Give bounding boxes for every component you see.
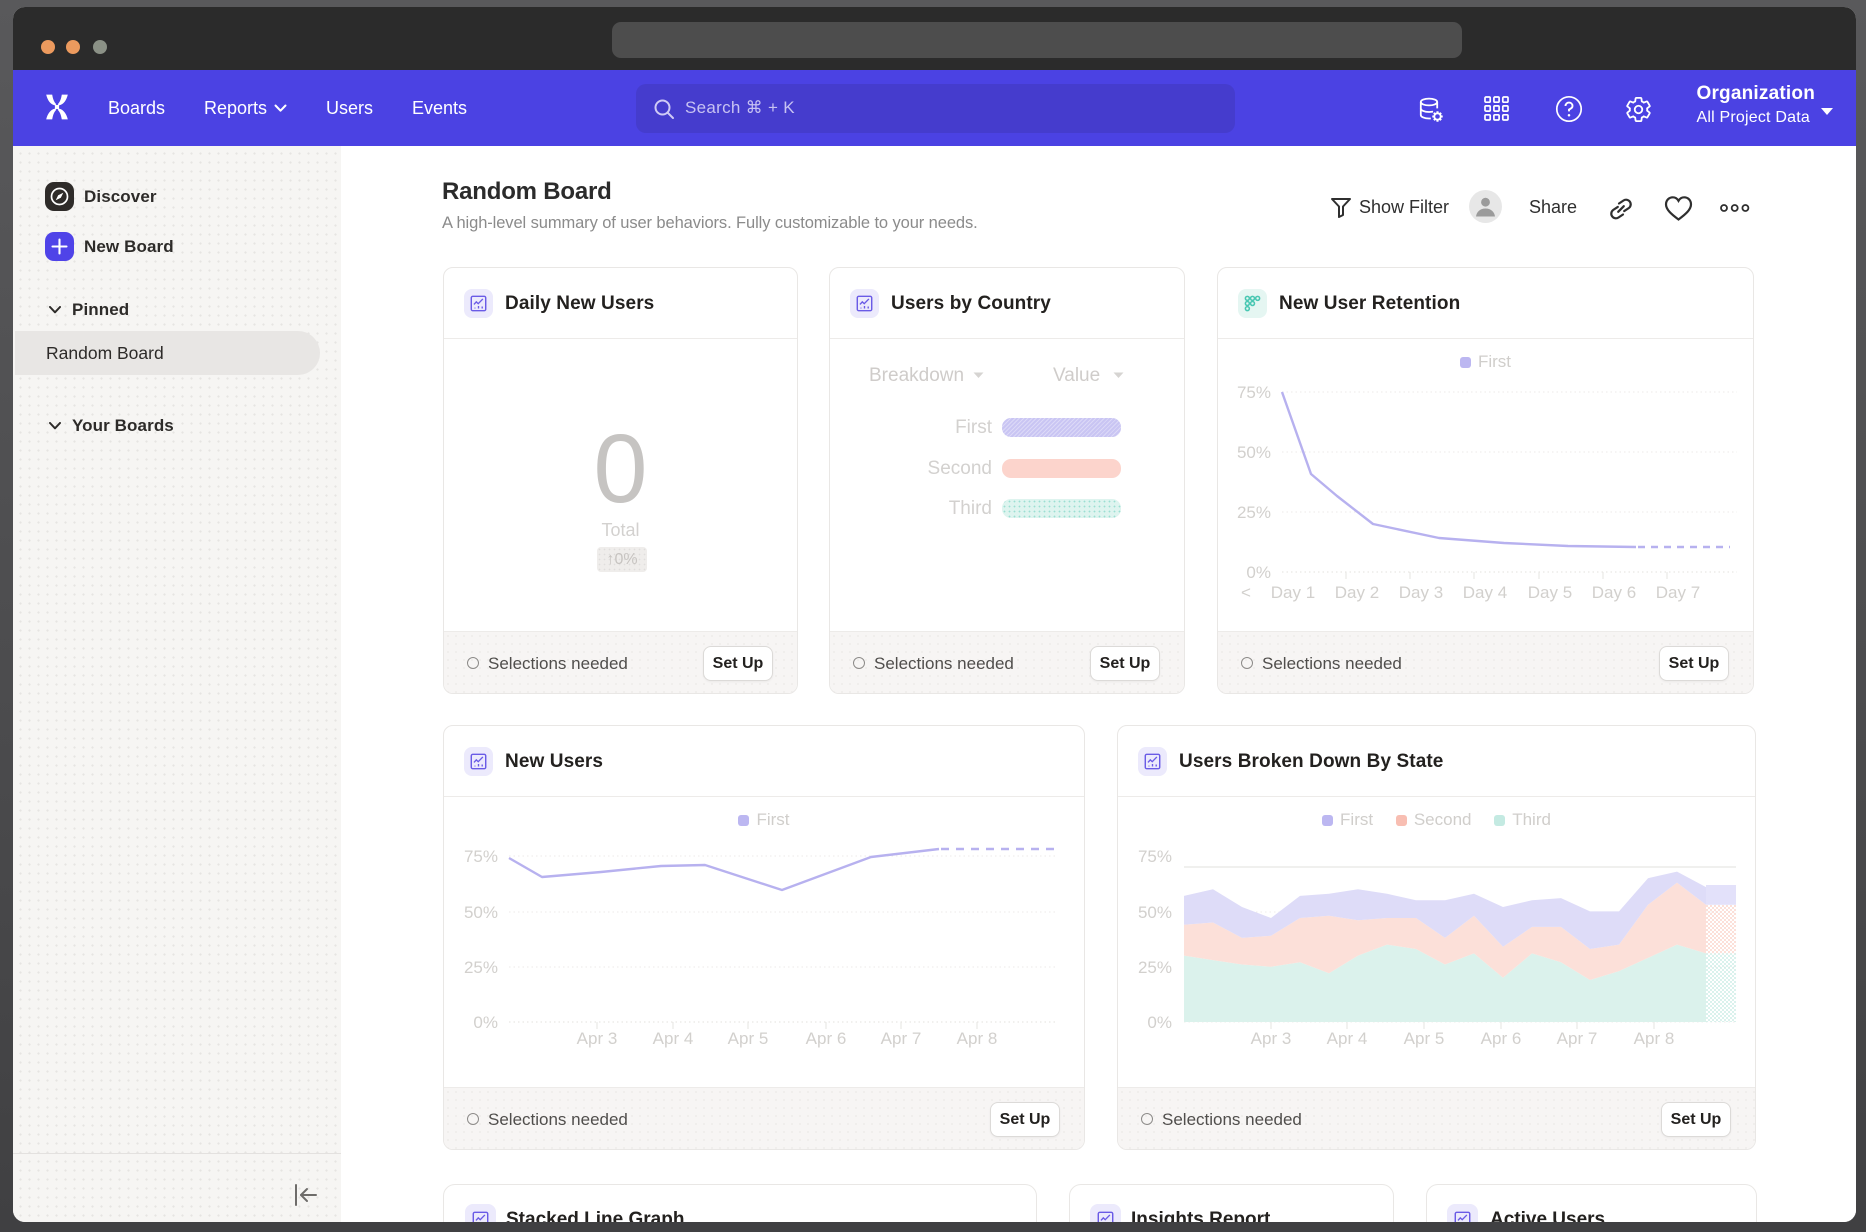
svg-text:Apr 5: Apr 5 bbox=[728, 1029, 769, 1048]
svg-text:25%: 25% bbox=[1138, 958, 1172, 977]
svg-text:<: < bbox=[1241, 583, 1251, 602]
svg-text:75%: 75% bbox=[1138, 847, 1172, 866]
svg-text:75%: 75% bbox=[1237, 383, 1271, 402]
svg-text:50%: 50% bbox=[1138, 903, 1172, 922]
svg-text:Apr 4: Apr 4 bbox=[1327, 1029, 1368, 1048]
svg-text:25%: 25% bbox=[1237, 503, 1271, 522]
svg-text:25%: 25% bbox=[464, 958, 498, 977]
svg-text:Day 3: Day 3 bbox=[1399, 583, 1443, 602]
svg-text:0%: 0% bbox=[473, 1013, 498, 1032]
svg-text:0%: 0% bbox=[1147, 1013, 1172, 1032]
svg-text:0%: 0% bbox=[1246, 563, 1271, 582]
svg-text:75%: 75% bbox=[464, 847, 498, 866]
svg-text:Apr 3: Apr 3 bbox=[577, 1029, 618, 1048]
svg-text:Apr 7: Apr 7 bbox=[1557, 1029, 1598, 1048]
svg-text:Apr 8: Apr 8 bbox=[1634, 1029, 1675, 1048]
svg-text:Apr 6: Apr 6 bbox=[1481, 1029, 1522, 1048]
svg-text:Day 5: Day 5 bbox=[1528, 583, 1572, 602]
svg-text:Day 7: Day 7 bbox=[1656, 583, 1700, 602]
svg-text:Apr 8: Apr 8 bbox=[957, 1029, 998, 1048]
svg-text:50%: 50% bbox=[1237, 443, 1271, 462]
svg-text:50%: 50% bbox=[464, 903, 498, 922]
svg-text:Day 1: Day 1 bbox=[1271, 583, 1315, 602]
svg-text:Day 4: Day 4 bbox=[1463, 583, 1507, 602]
svg-text:Apr 5: Apr 5 bbox=[1404, 1029, 1445, 1048]
svg-text:Apr 4: Apr 4 bbox=[653, 1029, 694, 1048]
svg-text:Day 2: Day 2 bbox=[1335, 583, 1379, 602]
svg-text:Day 6: Day 6 bbox=[1592, 583, 1636, 602]
svg-text:Apr 7: Apr 7 bbox=[881, 1029, 922, 1048]
svg-text:Apr 3: Apr 3 bbox=[1251, 1029, 1292, 1048]
svg-text:Apr 6: Apr 6 bbox=[806, 1029, 847, 1048]
